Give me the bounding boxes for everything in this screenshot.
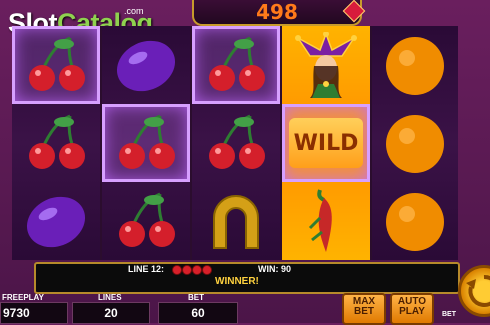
reel-4: WILD — [282, 26, 370, 260]
freeplay-label: FREEPLAY — [2, 293, 44, 302]
reel-1-cell-1 — [12, 26, 100, 104]
mini-cherry-icon — [192, 265, 202, 275]
win-line-label: LINE 12: — [128, 264, 165, 274]
reel-4-cell-2: WILD — [282, 104, 370, 182]
bet-label: BET — [188, 293, 204, 302]
reel-1-cell-3 — [12, 182, 100, 260]
freeplay-balance: 9730 — [0, 302, 68, 324]
mini-cherry-icon — [182, 265, 192, 275]
wild-label: WILD — [293, 130, 359, 156]
wild-symbol: WILD — [289, 118, 363, 168]
cherries-icon — [119, 114, 175, 169]
reel-5-cell-2 — [372, 104, 458, 182]
orange-icon — [386, 193, 444, 251]
max-bet-button[interactable]: MAX BET — [342, 293, 386, 325]
lines-value[interactable]: 20 — [72, 302, 150, 324]
spin-arrow-icon — [466, 274, 490, 307]
spin-button[interactable] — [458, 265, 490, 317]
reel-3 — [192, 26, 280, 260]
line-win-amount: WIN: 90 — [258, 264, 292, 274]
reel-4-cell-3 — [282, 182, 370, 260]
reel-1-cell-2 — [12, 104, 100, 182]
cherries-icon — [209, 36, 265, 91]
reel-3-cell-2 — [192, 104, 280, 182]
bet-small-label: BET — [442, 311, 456, 318]
cherries-icon — [29, 114, 85, 169]
reel-2-cell-3 — [102, 182, 190, 260]
reel-5-cell-1 — [372, 26, 458, 104]
reel-5 — [372, 26, 458, 260]
cherries-icon — [209, 114, 265, 169]
plum-icon — [116, 40, 176, 92]
reels-area: WILD — [12, 26, 458, 260]
win-amount-display: 498 — [192, 0, 362, 26]
winner-message: WINNER! — [215, 276, 259, 287]
orange-icon — [386, 115, 444, 173]
reel-2 — [102, 26, 190, 260]
auto-play-button[interactable]: AUTO PLAY — [390, 293, 434, 325]
jester-lady-icon — [295, 32, 357, 98]
cherries-icon — [119, 192, 175, 247]
reel-5-cell-3 — [372, 182, 458, 260]
plum-icon — [26, 196, 86, 248]
bet-value[interactable]: 60 — [158, 302, 238, 324]
lines-label: LINES — [98, 293, 122, 302]
reel-1 — [12, 26, 100, 260]
logo-domain-suffix: .com — [124, 6, 144, 16]
cherries-icon — [29, 36, 85, 91]
chili-pepper-icon — [308, 189, 332, 252]
reel-4-cell-1 — [282, 26, 370, 104]
reel-2-cell-1 — [102, 26, 190, 104]
reel-3-cell-3 — [192, 182, 280, 260]
reel-2-cell-2 — [102, 104, 190, 182]
horseshoe-icon — [213, 195, 259, 249]
mini-cherry-icon — [202, 265, 212, 275]
reel-3-cell-1 — [192, 26, 280, 104]
orange-icon — [386, 37, 444, 95]
mini-cherry-icon — [172, 265, 182, 275]
